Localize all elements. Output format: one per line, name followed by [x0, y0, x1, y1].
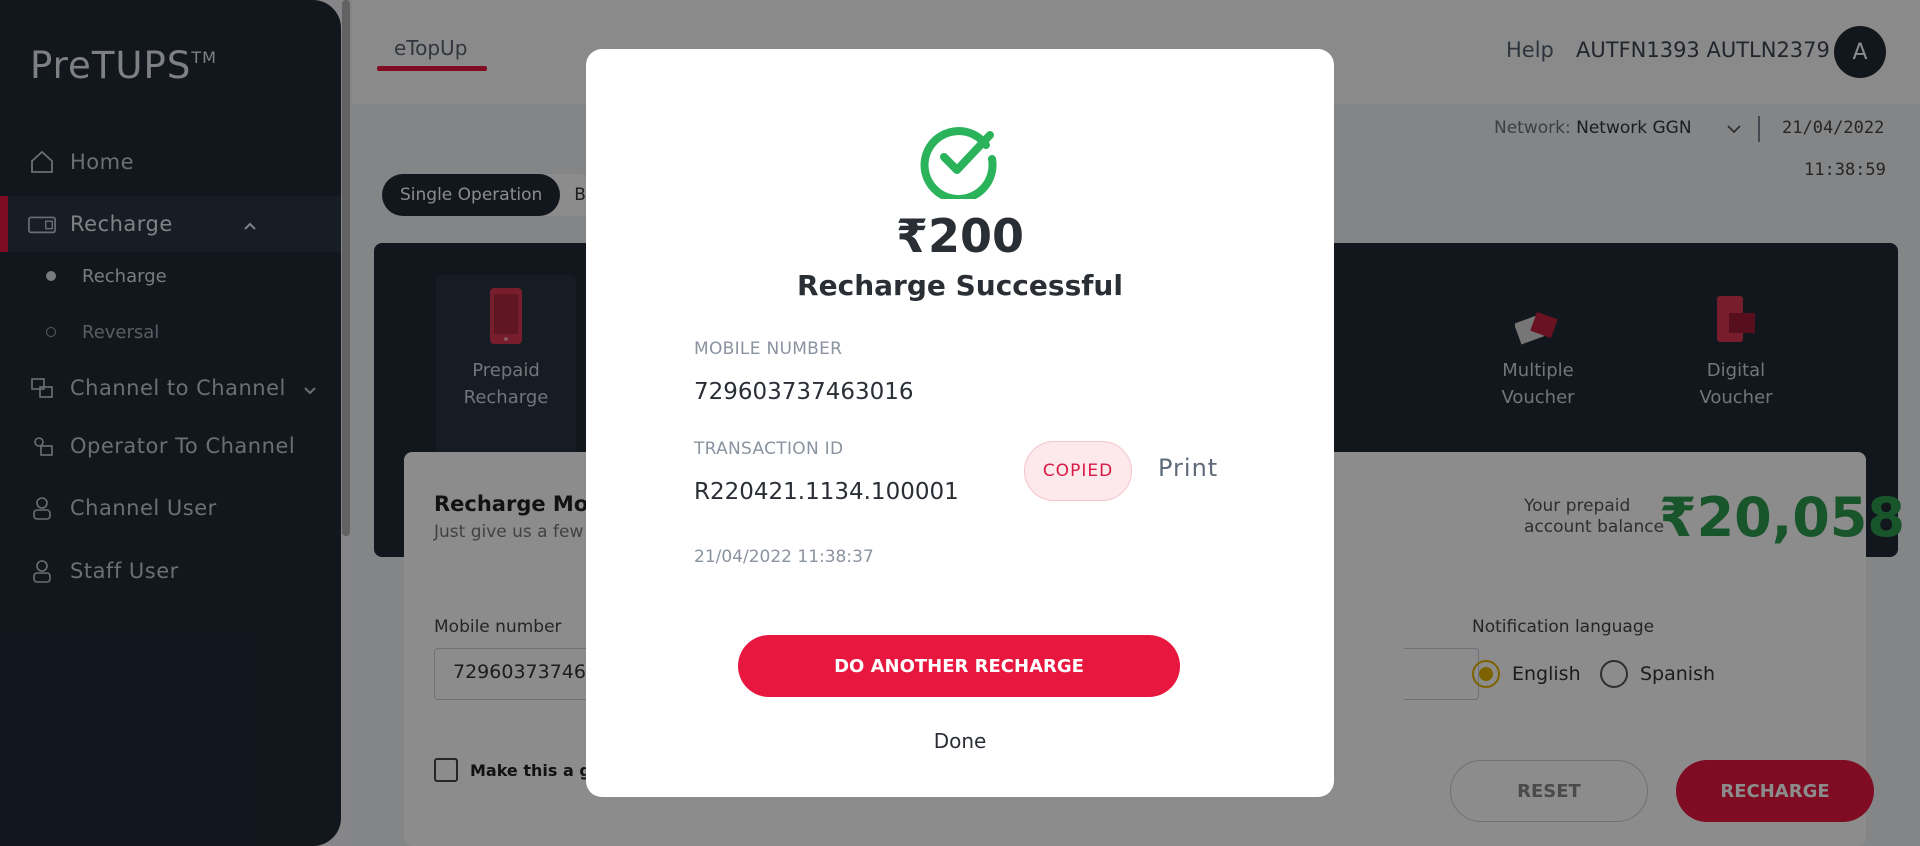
print-button[interactable]: Print [1158, 454, 1218, 482]
success-check-icon [920, 119, 1000, 204]
mobile-number-label: MOBILE NUMBER [694, 339, 843, 359]
done-button[interactable]: Done [586, 729, 1334, 753]
recharge-status: Recharge Successful [797, 269, 1123, 302]
recharge-amount: ₹200 [895, 209, 1025, 263]
transaction-id-label: TRANSACTION ID [694, 439, 844, 459]
transaction-id-value: R220421.1134.100001 [694, 479, 959, 505]
transaction-timestamp: 21/04/2022 11:38:37 [694, 547, 874, 567]
mobile-number-value: 729603737463016 [694, 379, 914, 405]
do-another-recharge-button[interactable]: DO ANOTHER RECHARGE [738, 635, 1180, 697]
copied-badge[interactable]: COPIED [1024, 441, 1132, 501]
recharge-success-dialog: ₹200 Recharge Successful MOBILE NUMBER 7… [586, 49, 1334, 797]
